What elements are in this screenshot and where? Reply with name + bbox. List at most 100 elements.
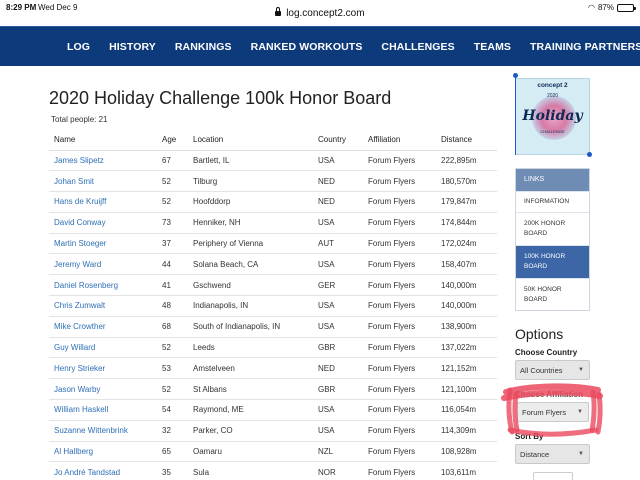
- cell-name[interactable]: Jeremy Ward: [49, 253, 157, 276]
- cell-age: 67: [157, 150, 188, 172]
- nav-history[interactable]: HISTORY: [109, 41, 156, 53]
- cell-name[interactable]: David Conway: [49, 212, 157, 234]
- page-title: 2020 Holiday Challenge 100k Honor Board: [49, 88, 392, 108]
- chevron-down-icon: ▼: [578, 451, 584, 457]
- cell-country: USA: [313, 420, 363, 442]
- cell-name[interactable]: Jason Warby: [49, 378, 157, 401]
- sort-by-label: Sort By: [515, 432, 544, 441]
- cell-age: 37: [157, 233, 188, 255]
- cell-location: Henniker, NH: [188, 212, 313, 234]
- country-select[interactable]: All Countries ▼: [515, 360, 590, 380]
- chevron-down-icon: ▼: [577, 409, 583, 415]
- table-row: James Slipetz 67 Bartlett, IL USA Forum Flye…: [49, 150, 497, 172]
- cell-name[interactable]: Mike Crowther: [49, 316, 157, 338]
- cell-distance: 116,054m: [436, 399, 497, 421]
- cell-name[interactable]: Johan Smit: [49, 170, 157, 193]
- url-text: log.concept2.com: [286, 8, 365, 19]
- cell-affiliation: Forum Flyers: [363, 233, 436, 255]
- nav-rankings[interactable]: RANKINGS: [175, 41, 232, 53]
- cell-location: Periphery of Vienna: [188, 233, 313, 255]
- sort-select[interactable]: Distance ▼: [515, 444, 590, 464]
- selection-handle-top[interactable]: [513, 73, 518, 78]
- links-panel: LINKS INFORMATION 200K HONOR BOARD 100K …: [515, 168, 590, 311]
- selection-line: [515, 75, 516, 155]
- cell-age: 65: [157, 441, 188, 463]
- cell-affiliation: Forum Flyers: [363, 316, 436, 338]
- cell-country: GBR: [313, 337, 363, 359]
- affiliation-select[interactable]: Forum Flyers ▼: [517, 402, 589, 422]
- cell-age: 32: [157, 420, 188, 442]
- cell-name[interactable]: Guy Willard: [49, 337, 157, 359]
- cell-distance: 179,847m: [436, 191, 497, 213]
- table-row: Johan Smit 52 Tilburg NED Forum Flyers 180,57…: [49, 170, 497, 193]
- cell-age: 41: [157, 274, 188, 297]
- cell-age: 73: [157, 212, 188, 234]
- cell-distance: 121,152m: [436, 357, 497, 380]
- cell-name[interactable]: Jo André Tandstad: [49, 461, 157, 480]
- cell-location: Indianapolis, IN: [188, 295, 313, 317]
- nav-training-partners[interactable]: TRAINING PARTNERS: [530, 41, 640, 53]
- cell-name[interactable]: Martin Stoeger: [49, 233, 157, 255]
- cell-country: USA: [313, 253, 363, 276]
- sort-value: Distance: [520, 450, 550, 459]
- cell-country: NED: [313, 170, 363, 193]
- choose-affiliation-label: Choose Affiliation: [515, 390, 584, 399]
- cell-name[interactable]: Daniel Rosenberg: [49, 274, 157, 297]
- selection-handle-bottom[interactable]: [587, 152, 592, 157]
- cell-distance: 103,611m: [436, 461, 497, 480]
- cell-affiliation: Forum Flyers: [363, 150, 436, 172]
- options-title: Options: [515, 326, 564, 342]
- cell-name[interactable]: James Slipetz: [49, 150, 157, 172]
- link-200k-honor-board[interactable]: 200K HONOR BOARD: [516, 212, 589, 245]
- holiday-challenge-logo[interactable]: concept 2 2020 Holiday CHALLENGE: [515, 78, 590, 155]
- main-nav: LOG HISTORY RANKINGS RANKED WORKOUTS CHA…: [0, 26, 640, 66]
- nav-ranked-workouts[interactable]: RANKED WORKOUTS: [251, 41, 363, 53]
- table-body: James Slipetz 67 Bartlett, IL USA Forum Flye…: [49, 150, 497, 480]
- table-row: Chris Zumwalt 48 Indianapolis, IN USA Forum …: [49, 295, 497, 317]
- nav-teams[interactable]: TEAMS: [474, 41, 511, 53]
- cell-affiliation: Forum Flyers: [363, 378, 436, 401]
- link-100k-honor-board[interactable]: 100K HONOR BOARD: [516, 245, 589, 278]
- cell-country: USA: [313, 150, 363, 172]
- cell-affiliation: Forum Flyers: [363, 399, 436, 421]
- honor-board-table: Name Age Location Country Affiliation Di…: [49, 130, 497, 480]
- col-affiliation: Affiliation: [363, 130, 436, 151]
- cell-location: Parker, CO: [188, 420, 313, 442]
- cell-distance: 158,407m: [436, 253, 497, 276]
- cell-affiliation: Forum Flyers: [363, 441, 436, 463]
- cell-affiliation: Forum Flyers: [363, 337, 436, 359]
- cell-affiliation: Forum Flyers: [363, 274, 436, 297]
- concept2-logo-text: concept 2: [537, 82, 568, 89]
- cell-name[interactable]: Henry Strieker: [49, 357, 157, 380]
- cell-name[interactable]: Chris Zumwalt: [49, 295, 157, 317]
- cell-name[interactable]: William Haskell: [49, 399, 157, 421]
- cell-location: Oamaru: [188, 441, 313, 463]
- cell-age: 52: [157, 337, 188, 359]
- cell-distance: 140,000m: [436, 274, 497, 297]
- cell-distance: 108,928m: [436, 441, 497, 463]
- cell-distance: 114,309m: [436, 420, 497, 442]
- link-information[interactable]: INFORMATION: [516, 191, 589, 212]
- cell-location: Amstelveen: [188, 357, 313, 380]
- address-bar[interactable]: log.concept2.com: [0, 7, 640, 26]
- cell-country: USA: [313, 399, 363, 421]
- cell-name[interactable]: Hans de Kruijff: [49, 191, 157, 213]
- nav-log[interactable]: LOG: [67, 41, 90, 53]
- cell-country: NZL: [313, 441, 363, 463]
- submit-button[interactable]: [533, 472, 573, 480]
- cell-name[interactable]: Suzanne Wittenbrink: [49, 420, 157, 442]
- cell-affiliation: Forum Flyers: [363, 357, 436, 380]
- nav-challenges[interactable]: CHALLENGES: [381, 41, 454, 53]
- logo-sub: CHALLENGE: [540, 129, 565, 134]
- cell-location: Raymond, ME: [188, 399, 313, 421]
- cell-name[interactable]: Al Hallberg: [49, 441, 157, 463]
- cell-distance: 172,024m: [436, 233, 497, 255]
- table-row: Henry Strieker 53 Amstelveen NED Forum Flyer…: [49, 357, 497, 380]
- table-row: David Conway 73 Henniker, NH USA Forum Flyer…: [49, 212, 497, 234]
- link-50k-honor-board[interactable]: 50K HONOR BOARD: [516, 278, 589, 310]
- table-row: Jo André Tandstad 35 Sula NOR Forum Flyers 10…: [49, 461, 497, 480]
- table-row: Hans de Kruijff 52 Hoofddorp NED Forum Flyer…: [49, 191, 497, 213]
- cell-affiliation: Forum Flyers: [363, 191, 436, 213]
- cell-country: NED: [313, 191, 363, 213]
- cell-distance: 222,895m: [436, 150, 497, 172]
